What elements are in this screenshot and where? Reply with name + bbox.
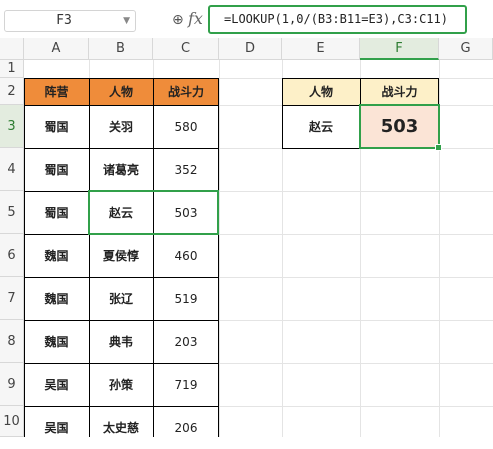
table1-header-power[interactable]: 战斗力: [153, 78, 219, 105]
table1-border: [153, 78, 154, 437]
table1-border: [24, 277, 219, 278]
table2-lookup-cell[interactable]: 赵云: [282, 105, 360, 148]
table1-cell-person[interactable]: 关羽: [89, 105, 153, 148]
column-header-g[interactable]: G: [439, 38, 493, 60]
table1-cell-camp[interactable]: 魏国: [24, 234, 89, 277]
table1-cell-camp[interactable]: 吴国: [24, 363, 89, 406]
row-header-6[interactable]: 6: [0, 234, 24, 277]
gridline: [219, 60, 220, 437]
table1-cell-power[interactable]: 206: [153, 406, 219, 449]
column-header-e[interactable]: E: [282, 38, 360, 60]
active-cell-selection[interactable]: [359, 104, 440, 149]
name-box[interactable]: F3 ▼: [4, 10, 136, 32]
column-header-a[interactable]: A: [24, 38, 89, 60]
row-header-8[interactable]: 8: [0, 320, 24, 363]
table1-cell-camp[interactable]: 蜀国: [24, 191, 89, 234]
table1-border: [24, 363, 219, 364]
table1-border: [24, 105, 219, 106]
formula-input[interactable]: =LOOKUP(1,0/(B3:B11=E3),C3:C11): [208, 5, 467, 34]
table1-cell-person[interactable]: 典韦: [89, 320, 153, 363]
table1-cell-camp[interactable]: 魏国: [24, 320, 89, 363]
table2-header-person[interactable]: 人物: [282, 78, 360, 105]
table1-cell-power[interactable]: 580: [153, 105, 219, 148]
table1-border: [218, 78, 219, 437]
table1-cell-person[interactable]: 张辽: [89, 277, 153, 320]
table2-border: [282, 78, 283, 149]
table1-cell-camp[interactable]: 吴国: [24, 406, 89, 449]
table1-header-person[interactable]: 人物: [89, 78, 153, 105]
table2-header-power[interactable]: 战斗力: [360, 78, 439, 105]
table1-border: [24, 406, 219, 407]
fill-handle[interactable]: [435, 144, 442, 151]
row-header-4[interactable]: 4: [0, 148, 24, 191]
row-header-3[interactable]: 3: [0, 105, 24, 148]
matched-row-highlight: [88, 190, 219, 235]
fx-icon[interactable]: fx: [188, 9, 203, 29]
formula-text: =LOOKUP(1,0/(B3:B11=E3),C3:C11): [224, 12, 448, 26]
table1-border: [24, 320, 219, 321]
column-header-f[interactable]: F: [360, 38, 439, 60]
row-header-5[interactable]: 5: [0, 191, 24, 234]
row-header-10[interactable]: 10: [0, 406, 24, 437]
table1-border: [89, 78, 90, 437]
zoom-icon[interactable]: ⊕: [172, 10, 184, 30]
table1-cell-power[interactable]: 519: [153, 277, 219, 320]
table1-cell-camp[interactable]: 魏国: [24, 277, 89, 320]
table1-header-camp[interactable]: 阵营: [24, 78, 89, 105]
table1-border: [24, 148, 219, 149]
table1-cell-power[interactable]: 203: [153, 320, 219, 363]
row-header-1[interactable]: 1: [0, 60, 24, 78]
column-header-b[interactable]: B: [89, 38, 153, 60]
chevron-down-icon[interactable]: ▼: [123, 11, 130, 31]
column-header-c[interactable]: C: [153, 38, 219, 60]
row-header-9[interactable]: 9: [0, 363, 24, 406]
name-box-value: F3: [56, 13, 72, 28]
table1-border: [24, 78, 219, 79]
formula-bar: F3 ▼ ⊕ fx =LOOKUP(1,0/(B3:B11=E3),C3:C11…: [0, 0, 493, 38]
table1-cell-camp[interactable]: 蜀国: [24, 105, 89, 148]
table1-cell-person[interactable]: 孙策: [89, 363, 153, 406]
column-header-d[interactable]: D: [219, 38, 282, 60]
table1-border: [24, 78, 25, 437]
table1-cell-power[interactable]: 719: [153, 363, 219, 406]
select-all-corner[interactable]: [0, 38, 24, 60]
table1-cell-power[interactable]: 352: [153, 148, 219, 191]
table1-cell-camp[interactable]: 蜀国: [24, 148, 89, 191]
table1-cell-person[interactable]: 夏侯惇: [89, 234, 153, 277]
table1-cell-person[interactable]: 太史慈: [89, 406, 153, 449]
table1-cell-person[interactable]: 诸葛亮: [89, 148, 153, 191]
table1-cell-power[interactable]: 460: [153, 234, 219, 277]
row-header-2[interactable]: 2: [0, 78, 24, 105]
row-header-7[interactable]: 7: [0, 277, 24, 320]
